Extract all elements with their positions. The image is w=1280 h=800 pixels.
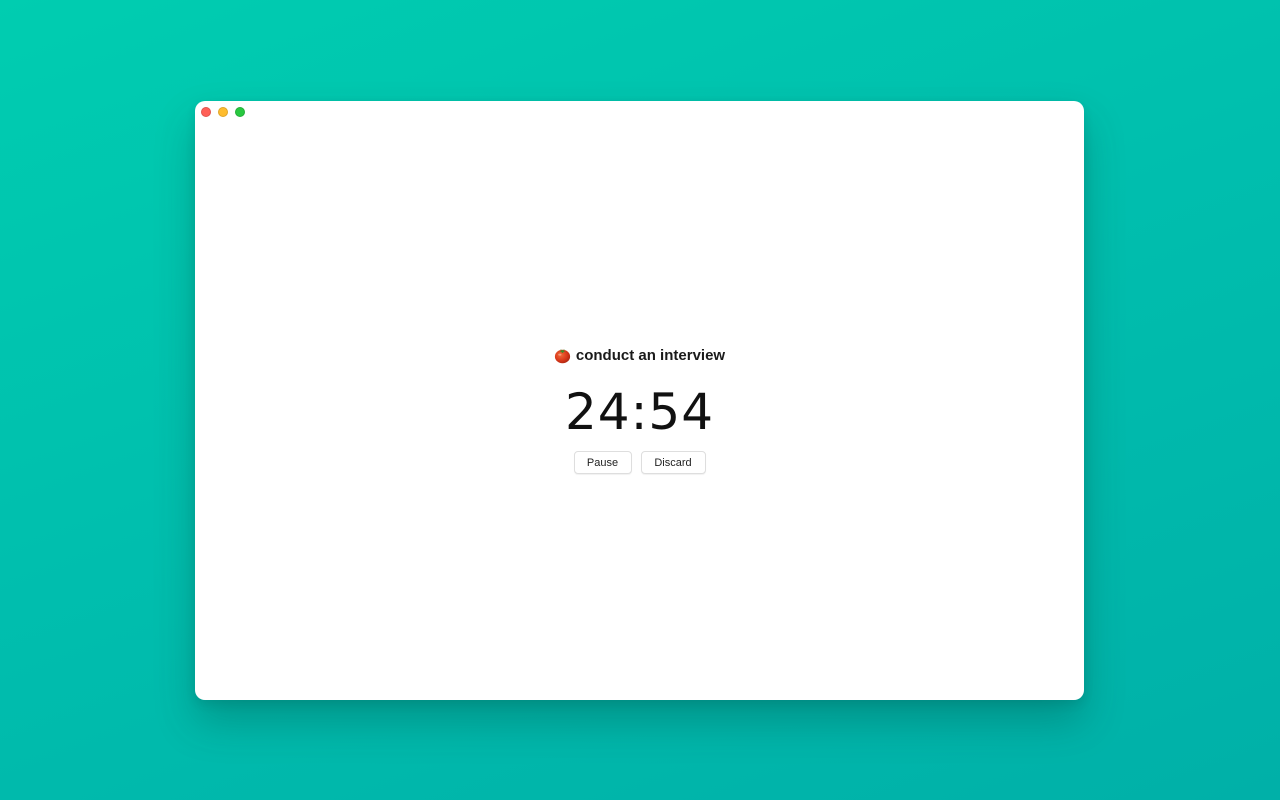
timer-view: conduct an interview 24:54 Pause Discard: [195, 101, 1084, 700]
discard-button[interactable]: Discard: [640, 451, 706, 474]
tomato-icon: [554, 347, 571, 364]
countdown-display: 24:54: [564, 383, 715, 441]
app-window: conduct an interview 24:54 Pause Discard: [195, 101, 1084, 700]
timer-controls: Pause Discard: [195, 451, 1084, 474]
task-title: conduct an interview: [195, 347, 1084, 364]
task-label: conduct an interview: [575, 347, 726, 364]
pause-button[interactable]: Pause: [573, 451, 632, 474]
